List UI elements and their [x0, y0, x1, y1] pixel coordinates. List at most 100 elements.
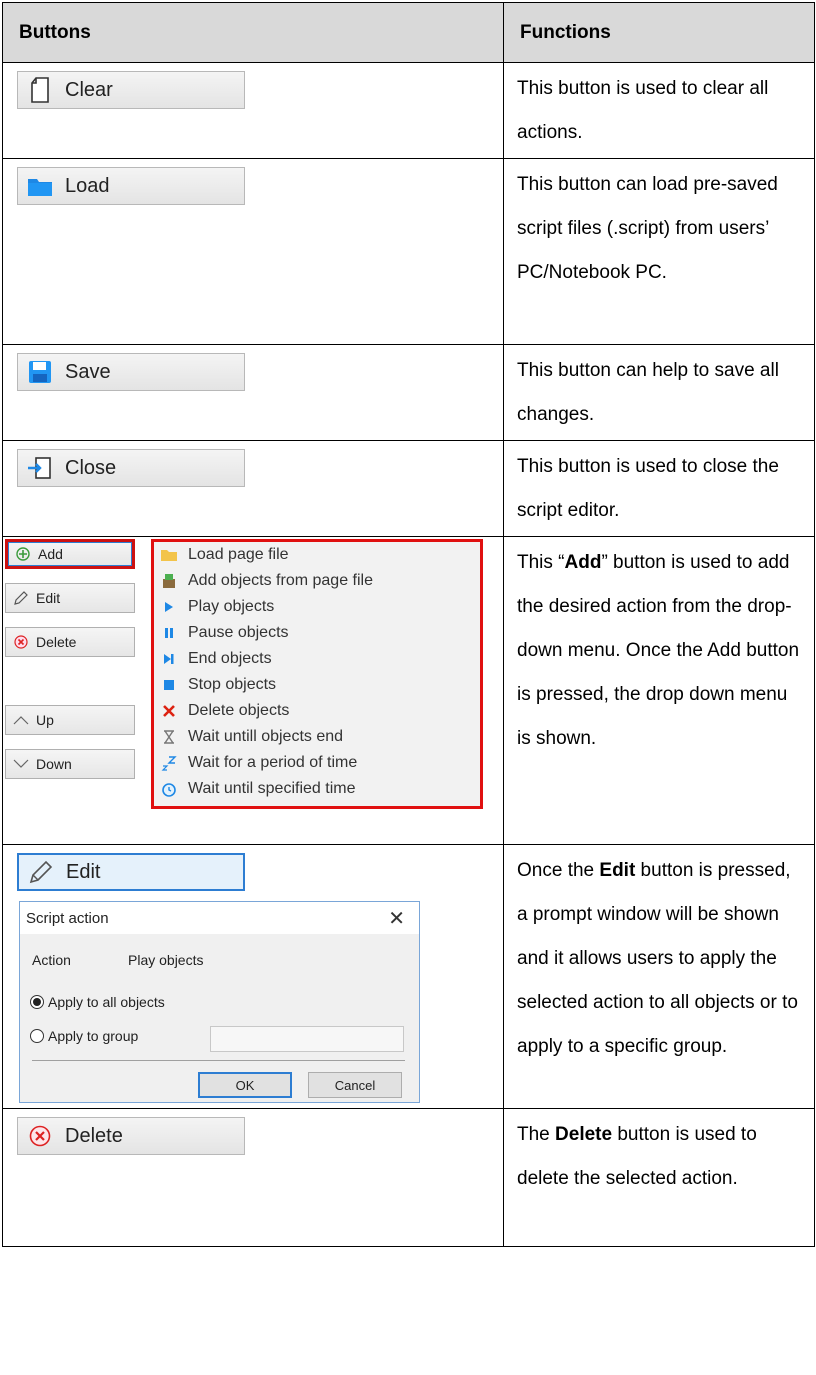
menu-item-stop-objects[interactable]: Stop objects: [154, 672, 480, 698]
table-row: Clear This button is used to clear all a…: [2, 62, 815, 159]
menu-item-end-objects[interactable]: End objects: [154, 646, 480, 672]
save-button[interactable]: Save: [17, 353, 245, 391]
play-icon: [158, 601, 180, 613]
dialog-separator: [32, 1060, 405, 1061]
folder-icon: [23, 169, 57, 203]
menu-item-label: Wait until specified time: [188, 780, 356, 797]
load-button-label: Load: [65, 174, 110, 197]
button-cell: Close: [2, 440, 504, 537]
button-cell: Add Edit Delete Up Down Load page file A…: [2, 536, 504, 845]
edit-side-button[interactable]: Edit: [5, 583, 135, 613]
button-cell: Edit Script action ✕ Action Play objects…: [2, 844, 504, 1109]
close-icon[interactable]: ✕: [388, 906, 405, 931]
chevron-up-icon: [12, 715, 30, 725]
description-cell: This button can load pre-saved script fi…: [503, 158, 815, 345]
menu-item-label: Wait for a period of time: [188, 754, 358, 771]
button-cell: Clear: [2, 62, 504, 159]
add-menu-screenshot: Add Edit Delete Up Down Load page file A…: [3, 537, 503, 837]
radio-label: Apply to group: [48, 1028, 139, 1044]
description-cell: Once the Edit button is pressed, a promp…: [503, 844, 815, 1109]
desc-text: button is pressed, a prompt window will …: [517, 860, 798, 1057]
close-button-label: Close: [65, 456, 117, 479]
action-value: Play objects: [128, 952, 204, 968]
exit-icon: [23, 451, 57, 485]
table-row: Close This button is used to close the s…: [2, 440, 815, 537]
menu-item-label: Load page file: [188, 546, 289, 563]
action-row: Action Play objects: [32, 952, 203, 968]
delete-side-button[interactable]: Delete: [5, 627, 135, 657]
menu-item-play-objects[interactable]: Play objects: [154, 594, 480, 620]
plus-icon: [14, 547, 32, 561]
red-x-icon: [158, 704, 180, 718]
delete-button-label: Delete: [65, 1124, 123, 1147]
folder-open-icon: [158, 548, 180, 562]
buttons-functions-table: Buttons Functions Clear This button is u…: [2, 2, 815, 1247]
table-row: Delete The Delete button is used to dele…: [2, 1108, 815, 1247]
up-button[interactable]: Up: [5, 705, 135, 735]
desc-bold: Edit: [599, 860, 636, 881]
radio-unselected-icon: [30, 1029, 44, 1043]
menu-item-label: Play objects: [188, 598, 275, 615]
description-cell: This button can help to save all changes…: [503, 344, 815, 441]
desc-bold: Delete: [555, 1124, 613, 1145]
sleep-z-icon: [158, 755, 180, 771]
cancel-button[interactable]: Cancel: [308, 1072, 402, 1098]
buttons-column-header: Buttons: [2, 2, 504, 63]
menu-item-label: Stop objects: [188, 676, 277, 693]
menu-item-delete-objects[interactable]: Delete objects: [154, 698, 480, 724]
table-row: Save This button can help to save all ch…: [2, 344, 815, 441]
edit-button[interactable]: Edit: [17, 853, 245, 891]
alarm-clock-icon: [158, 781, 180, 797]
edit-side-button-label: Edit: [36, 590, 61, 606]
radio-apply-group[interactable]: Apply to group: [30, 1028, 138, 1044]
action-label: Action: [32, 952, 71, 968]
add-dropdown-menu: Load page file Add objects from page fil…: [151, 539, 483, 809]
description-cell: This “Add” button is used to add the des…: [503, 536, 815, 845]
radio-selected-icon: [30, 995, 44, 1009]
add-button[interactable]: Add: [5, 539, 135, 569]
button-cell: Save: [2, 344, 504, 441]
delete-side-button-label: Delete: [36, 634, 77, 650]
menu-item-pause-objects[interactable]: Pause objects: [154, 620, 480, 646]
button-cell: Delete: [2, 1108, 504, 1247]
button-cell: Load: [2, 158, 504, 345]
menu-item-label: Pause objects: [188, 624, 289, 641]
clear-button[interactable]: Clear: [17, 71, 245, 109]
desc-text: This “: [517, 552, 565, 573]
menu-item-add-objects[interactable]: Add objects from page file: [154, 568, 480, 594]
close-button[interactable]: Close: [17, 449, 245, 487]
down-button-label: Down: [36, 756, 72, 772]
edit-screenshot: Edit Script action ✕ Action Play objects…: [3, 845, 503, 1107]
desc-text: Once the: [517, 860, 600, 881]
radio-apply-all[interactable]: Apply to all objects: [30, 994, 165, 1010]
dialog-title: Script action: [26, 909, 109, 927]
desc-text: The: [517, 1124, 556, 1145]
group-input[interactable]: [210, 1026, 404, 1052]
save-button-label: Save: [65, 360, 111, 383]
functions-column-header: Functions: [503, 2, 815, 63]
floppy-disk-icon: [23, 355, 57, 389]
desc-bold: Add: [564, 552, 602, 573]
load-button[interactable]: Load: [17, 167, 245, 205]
document-icon: [23, 73, 57, 107]
description-cell: This button is used to close the script …: [503, 440, 815, 537]
table-row: Edit Script action ✕ Action Play objects…: [2, 844, 815, 1109]
table-row: Add Edit Delete Up Down Load page file A…: [2, 536, 815, 845]
radio-label: Apply to all objects: [48, 994, 165, 1010]
menu-item-label: Wait untill objects end: [188, 728, 344, 745]
description-cell: This button is used to clear all actions…: [503, 62, 815, 159]
chevron-down-icon: [12, 759, 30, 769]
add-button-label: Add: [38, 546, 63, 562]
menu-item-wait-period[interactable]: Wait for a period of time: [154, 750, 480, 776]
up-button-label: Up: [36, 712, 54, 728]
delete-icon: [12, 635, 30, 649]
table-row: Load This button can load pre-saved scri…: [2, 158, 815, 345]
menu-item-label: Delete objects: [188, 702, 290, 719]
ok-button[interactable]: OK: [198, 1072, 292, 1098]
menu-item-wait-until-time[interactable]: Wait until specified time: [154, 776, 480, 802]
menu-item-load-page-file[interactable]: Load page file: [154, 542, 480, 568]
menu-item-wait-objects-end[interactable]: Wait untill objects end: [154, 724, 480, 750]
delete-button[interactable]: Delete: [17, 1117, 245, 1155]
hourglass-icon: [158, 730, 180, 744]
down-button[interactable]: Down: [5, 749, 135, 779]
